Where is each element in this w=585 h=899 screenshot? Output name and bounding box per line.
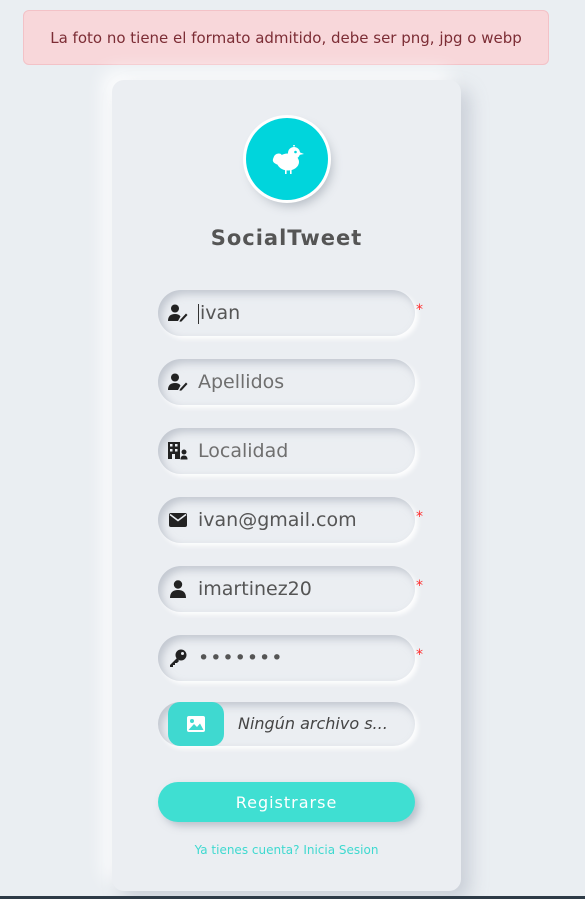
- error-alert-message: La foto no tiene el formato admitido, de…: [50, 28, 522, 47]
- error-alert: La foto no tiene el formato admitido, de…: [23, 10, 549, 65]
- required-marker: *: [416, 578, 423, 594]
- brand-title: SocialTweet: [210, 226, 363, 250]
- bird-icon: [272, 145, 304, 174]
- apellidos-placeholder: Apellidos: [198, 371, 285, 393]
- user-edit-icon: [168, 303, 188, 323]
- register-card: SocialTweet ivan * Apellidos Localidad i…: [112, 80, 461, 891]
- key-icon: [168, 648, 188, 668]
- envelope-icon: [168, 510, 188, 530]
- email-field[interactable]: ivan@gmail.com *: [158, 497, 423, 543]
- password-field[interactable]: ••••••• *: [158, 635, 423, 681]
- email-value: ivan@gmail.com: [198, 509, 357, 531]
- nombre-field[interactable]: ivan *: [158, 290, 423, 336]
- building-user-icon: [168, 441, 188, 461]
- choose-file-button[interactable]: [168, 702, 224, 746]
- user-edit-icon: [168, 372, 188, 392]
- logo: [246, 118, 328, 200]
- localidad-field[interactable]: Localidad: [158, 428, 415, 474]
- login-link[interactable]: Ya tienes cuenta? Inicia Sesion: [112, 843, 461, 857]
- photo-file-input[interactable]: Ningún archivo s...: [158, 702, 415, 746]
- image-icon: [187, 716, 205, 732]
- required-marker: *: [416, 302, 423, 318]
- usuario-field[interactable]: imartinez20 *: [158, 566, 423, 612]
- password-value: •••••••: [198, 647, 284, 669]
- apellidos-field[interactable]: Apellidos: [158, 359, 415, 405]
- required-marker: *: [416, 509, 423, 525]
- required-marker: *: [416, 647, 423, 663]
- usuario-value: imartinez20: [198, 578, 312, 600]
- nombre-value: ivan: [200, 302, 241, 324]
- file-status: Ningún archivo s...: [238, 714, 388, 733]
- user-icon: [168, 579, 188, 599]
- register-button[interactable]: Registrarse: [158, 782, 415, 822]
- text-cursor: [198, 303, 199, 324]
- localidad-placeholder: Localidad: [198, 440, 289, 462]
